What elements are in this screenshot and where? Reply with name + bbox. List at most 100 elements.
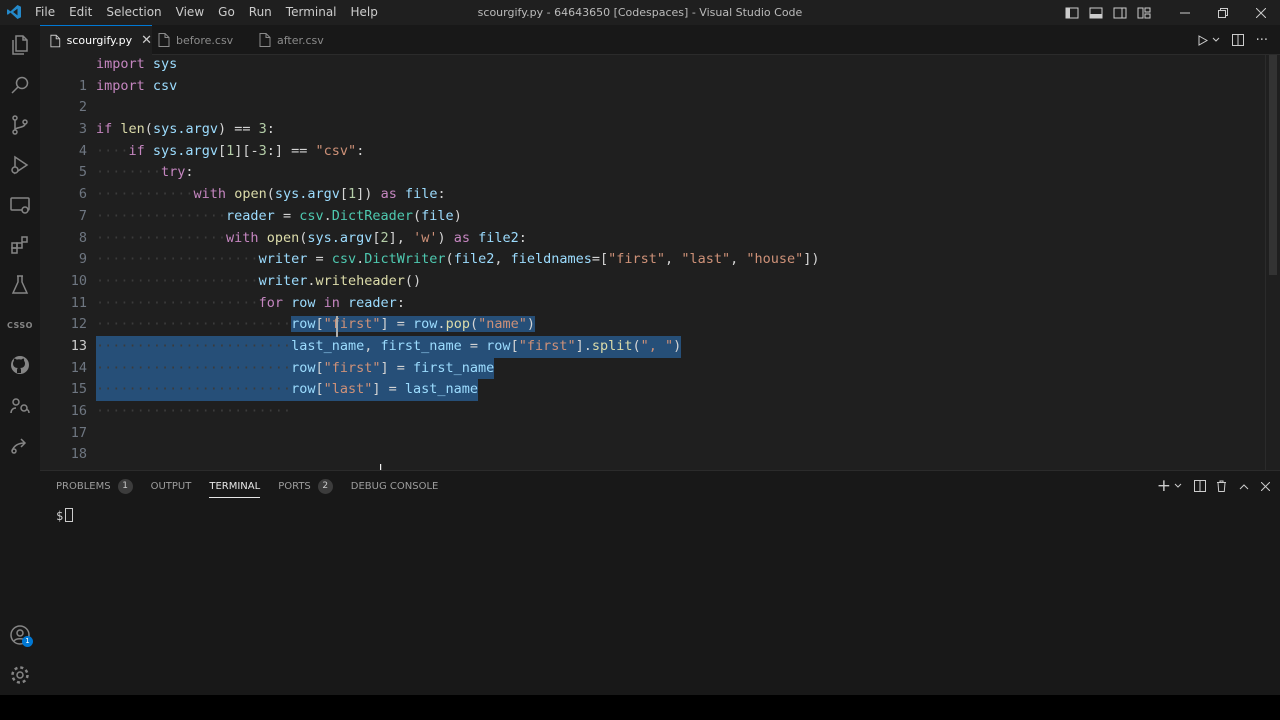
run-debug-icon[interactable] [8,153,32,177]
tab-output[interactable]: OUTPUT [151,471,192,501]
editor-tab-bar: scourgify.py ✕ before.csv after.csv ··· [40,25,1280,55]
terminal-prompt: $ [56,509,64,523]
toggle-panel-icon[interactable] [1089,6,1103,20]
mouse-ibeam-icon: I [379,462,383,471]
code-line: 6 ········try: [40,162,1270,202]
code-line: 7 ············with open(sys.argv[1]) as … [40,184,1270,224]
tab-label: OUTPUT [150,480,192,492]
menu-go[interactable]: Go [211,0,242,25]
menu-file[interactable]: File [28,0,62,25]
tab-before-csv[interactable]: before.csv [152,25,254,55]
code-line: 2 import csv [40,76,1270,116]
close-window-button[interactable] [1242,0,1280,25]
code-line: 18 [40,423,1270,462]
remote-explorer-icon[interactable] [8,193,32,217]
tab-problems[interactable]: PROBLEMS 1 [56,471,133,501]
accounts-badge: 1 [22,636,33,647]
testing-icon[interactable] [8,273,32,297]
code-line-selected: 14 ························last_name, fi… [40,335,1270,376]
code-line: 17 ························ [40,401,1270,441]
menu-help[interactable]: Help [344,0,385,25]
menu-run[interactable]: Run [242,0,279,25]
terminal-cursor [65,508,74,522]
code-editor[interactable]: 1 import sys 2 import csv 3 4 if len(sys… [40,55,1280,470]
tab-debug-console[interactable]: DEBUG CONSOLE [351,471,439,501]
chevron-up-icon[interactable] [1239,483,1249,490]
tab-label: PROBLEMS [56,480,111,492]
csso-extension-label[interactable]: CSSO [0,321,40,330]
code-line-selected: 13 ························row["first"] … [40,314,1270,354]
code-line: 11 ····················writer.writeheade… [40,271,1270,311]
toggle-secondary-sidebar-icon[interactable] [1113,6,1127,20]
title-bar-controls [1060,0,1280,25]
ports-count-badge: 2 [317,478,333,494]
source-control-icon[interactable] [8,113,32,137]
title-bar: File Edit Selection View Go Run Terminal… [0,0,1280,25]
live-share-icon[interactable] [8,393,32,417]
new-terminal-icon[interactable]: + [1157,476,1171,496]
tab-terminal[interactable]: TERMINAL [209,471,260,501]
code-lines: 1 import sys 2 import csv 3 4 if len(sys… [40,55,1270,462]
terminal-output[interactable]: $ [56,508,74,523]
chevron-down-icon[interactable] [1174,483,1182,489]
code-line-selected: 15 ························row["first"] … [40,357,1270,397]
tab-label: scourgify.py [66,34,133,47]
run-file-icon[interactable] [1198,34,1208,46]
explorer-icon[interactable] [8,33,32,57]
code-line: 3 [40,97,1270,137]
editor-scrollbar[interactable] [1265,55,1280,470]
menu-edit[interactable]: Edit [62,0,99,25]
scrollbar-thumb[interactable] [1269,55,1277,275]
menu-terminal[interactable]: Terminal [279,0,344,25]
tab-ports[interactable]: PORTS 2 [278,471,333,501]
menu-view[interactable]: View [169,0,211,25]
split-terminal-icon[interactable] [1194,480,1206,492]
code-line: 10 ····················writer = csv.Dict… [40,249,1270,289]
tab-label: before.csv [176,33,234,47]
close-icon [1256,7,1266,18]
minimize-icon [1180,12,1190,13]
extensions-icon[interactable] [8,233,32,257]
close-panel-icon[interactable] [1261,481,1270,491]
split-editor-icon[interactable] [1231,34,1244,46]
tab-label: PORTS [278,480,311,492]
editor-actions: ··· [1198,25,1268,55]
gear-icon[interactable] [8,663,32,687]
tab-after-csv[interactable]: after.csv [254,25,350,55]
more-actions-icon[interactable]: ··· [1256,33,1268,48]
vscode-logo-icon[interactable] [6,4,22,20]
activity-bar: CSSO 1 [0,25,40,695]
share-icon[interactable] [8,433,32,457]
line-number: 18 [70,446,87,463]
close-tab-icon[interactable]: ✕ [141,33,152,48]
file-icon [259,33,271,47]
customize-layout-icon[interactable] [1137,6,1151,20]
minimize-button[interactable] [1166,0,1204,25]
code-line-selected: 16 ························row["last"] =… [40,379,1270,419]
problems-count-badge: 1 [117,478,133,494]
chevron-down-icon[interactable] [1212,37,1220,43]
trash-icon[interactable] [1216,480,1227,492]
file-icon [158,33,170,47]
file-icon [50,34,61,47]
restore-button[interactable] [1204,0,1242,25]
code-line: 5 ····if sys.argv[1][-3:] == "csv": [40,141,1270,181]
bottom-panel: PROBLEMS 1 OUTPUT TERMINAL PORTS 2 DEBUG… [40,470,1280,695]
code-line: 1 import sys [40,55,1270,94]
restore-icon [1218,7,1228,18]
text-cursor [336,316,338,337]
menu-bar: File Edit Selection View Go Run Terminal… [28,0,385,25]
panel-tabs: PROBLEMS 1 OUTPUT TERMINAL PORTS 2 DEBUG… [56,471,456,501]
github-icon[interactable] [8,353,32,377]
search-icon[interactable] [8,73,32,97]
tab-label: DEBUG CONSOLE [350,480,439,492]
code-line: 4 if len(sys.argv) == 3: [40,119,1270,159]
tab-label: after.csv [277,33,324,47]
code-line: 8 ················reader = csv.DictReade… [40,206,1270,246]
code-line: 12 ····················for row in reader… [40,293,1270,333]
code-line: 9 ················with open(sys.argv[2],… [40,228,1270,268]
tab-label: TERMINAL [209,480,261,492]
tab-scourgify-py[interactable]: scourgify.py ✕ [40,25,152,55]
menu-selection[interactable]: Selection [99,0,168,25]
toggle-primary-sidebar-icon[interactable] [1065,6,1079,20]
